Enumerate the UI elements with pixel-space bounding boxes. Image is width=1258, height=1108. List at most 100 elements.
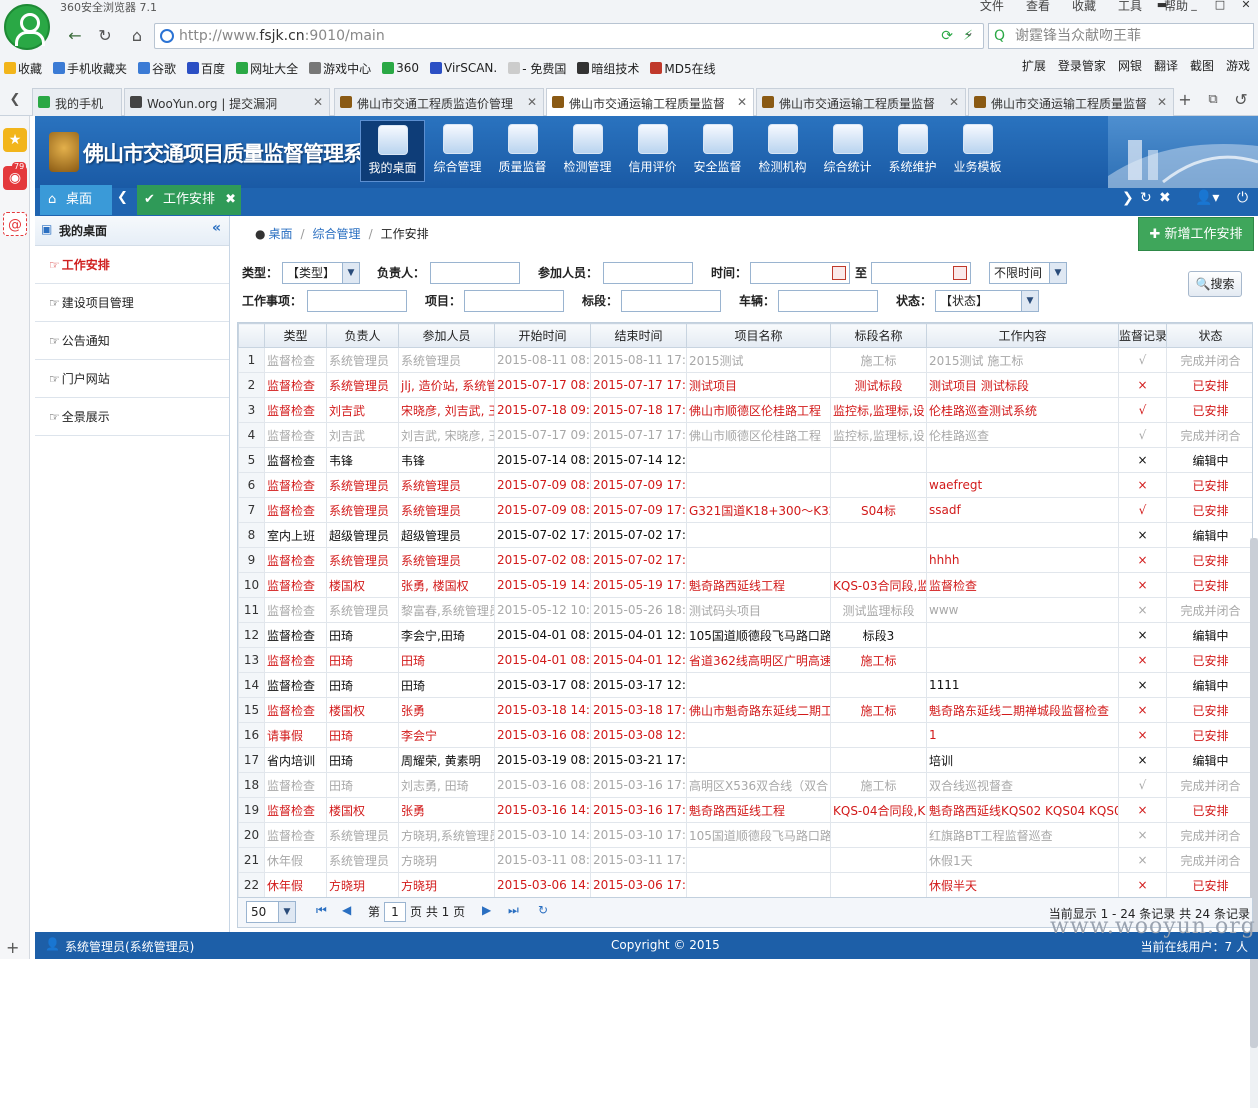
last-page-icon[interactable]: ⏭	[508, 903, 519, 918]
module-2[interactable]: 质量监督	[490, 120, 555, 182]
column-header[interactable]: 标段名称	[830, 323, 927, 348]
column-header[interactable]: 工作内容	[926, 323, 1119, 348]
module-4[interactable]: 信用评价	[620, 120, 685, 182]
nav-item-3[interactable]: ☞ 门户网站	[35, 360, 229, 398]
module-0[interactable]: 我的桌面	[360, 120, 425, 182]
table-row[interactable]: 14监督检查田琦田琦2015-03-17 08:002015-03-17 12:…	[238, 672, 1252, 698]
table-row[interactable]: 22休年假方晓玥方晓玥2015-03-06 14:002015-03-06 17…	[238, 872, 1252, 897]
tab-refresh-icon[interactable]: ↻	[1140, 190, 1152, 206]
table-row[interactable]: 13监督检查田琦田琦2015-04-01 08:002015-04-01 12:…	[238, 647, 1252, 673]
nav-item-4[interactable]: ☞ 全景展示	[35, 398, 229, 436]
toolbar-item[interactable]: 截图	[1190, 57, 1214, 74]
column-header[interactable]: 负责人	[326, 323, 399, 348]
tab-work-schedule[interactable]: ✔ 工作安排 ✖	[137, 185, 241, 215]
tab-close-icon[interactable]: ✕	[527, 95, 537, 109]
table-row[interactable]: 2监督检查系统管理员jlj, 造价站, 系统管2015-07-17 08:002…	[238, 372, 1252, 398]
collapse-icon[interactable]: «	[212, 220, 221, 236]
browser-menu-item[interactable]: 工具	[1118, 0, 1142, 14]
toolbar-item[interactable]: 游戏	[1226, 57, 1250, 74]
table-scrollbar[interactable]	[1250, 538, 1258, 1108]
nav-item-1[interactable]: ☞ 建设项目管理	[35, 284, 229, 322]
participants-input[interactable]	[603, 262, 693, 284]
address-dropdown-icon[interactable]: ⌄	[964, 25, 974, 39]
bookmark-item[interactable]: 暗组技术	[577, 57, 639, 79]
prev-page-icon[interactable]: ◀	[342, 903, 351, 917]
home-icon[interactable]: ⌂	[126, 25, 148, 47]
bookmark-item[interactable]: 网址大全	[236, 57, 298, 79]
table-row[interactable]: 8室内上班超级管理员超级管理员2015-07-02 17:202015-07-0…	[238, 522, 1252, 548]
time-range-select[interactable]: 不限时间	[989, 262, 1067, 284]
column-header[interactable]: 开始时间	[494, 323, 591, 348]
tab-prev-icon[interactable]: ❮	[117, 190, 128, 205]
search-button[interactable]: 🔍搜索	[1188, 271, 1242, 297]
column-header[interactable]: 类型	[264, 323, 327, 348]
toolbar-item[interactable]: 登录管家	[1058, 57, 1106, 74]
bookmark-item[interactable]: 收藏	[4, 57, 42, 79]
tab-close-icon[interactable]: ✕	[1157, 95, 1167, 109]
table-row[interactable]: 1监督检查系统管理员系统管理员2015-08-11 08:002015-08-1…	[238, 347, 1252, 373]
matter-input[interactable]	[307, 290, 407, 312]
toolbar-item[interactable]: 翻译	[1154, 57, 1178, 74]
breadcrumb-desktop[interactable]: 桌面	[268, 227, 292, 241]
skin-icon[interactable]: ▬	[1152, 0, 1172, 11]
toolbar-item[interactable]: 扩展	[1022, 57, 1046, 74]
calendar-icon[interactable]	[953, 266, 967, 280]
section-input[interactable]	[621, 290, 721, 312]
user-menu-icon[interactable]: 👤▾	[1195, 190, 1219, 206]
minimize-icon[interactable]: _	[1184, 0, 1204, 11]
table-row[interactable]: 9监督检查系统管理员系统管理员2015-07-02 08:302015-07-0…	[238, 547, 1252, 573]
table-row[interactable]: 4监督检查刘吉武刘吉武, 宋晓彦, 王2015-07-17 09:002015-…	[238, 422, 1252, 448]
address-bar[interactable]: http://www.fsjk.cn:9010/main ⟳ ⚡	[154, 23, 984, 49]
bookmark-item[interactable]: VirSCAN.	[430, 57, 497, 79]
module-5[interactable]: 安全监督	[685, 120, 750, 182]
column-header[interactable]: 参加人员	[398, 323, 495, 348]
toolbar-item[interactable]: 网银	[1118, 57, 1142, 74]
vehicle-input[interactable]	[778, 290, 878, 312]
favorites-star-icon[interactable]: ★	[3, 128, 27, 152]
table-row[interactable]: 12监督检查田琦李会宁,田琦2015-04-01 08:002015-04-01…	[238, 622, 1252, 648]
project-input[interactable]	[464, 290, 564, 312]
browser-menu-item[interactable]: 查看	[1026, 0, 1050, 14]
back-icon[interactable]: ←	[64, 25, 86, 47]
table-row[interactable]: 11监督检查系统管理员黎富春,系统管理员2015-05-12 10:002015…	[238, 597, 1252, 623]
reload-icon[interactable]: ↻	[538, 903, 548, 917]
start-date-input[interactable]	[750, 262, 850, 284]
browser-tab[interactable]: 佛山市交通运输工程质量监督 ✕	[546, 88, 754, 116]
module-9[interactable]: 业务模板	[945, 120, 1010, 182]
column-header[interactable]: 结束时间	[590, 323, 687, 348]
bookmark-item[interactable]: 谷歌	[138, 57, 176, 79]
close-window-icon[interactable]: ✕	[1236, 0, 1256, 11]
type-select[interactable]: 【类型】	[282, 262, 360, 284]
tab-scroll-left-icon[interactable]: ❮	[4, 89, 26, 111]
nav-item-0[interactable]: ☞ 工作安排	[35, 246, 229, 284]
table-row[interactable]: 21休年假系统管理员方晓玥2015-03-11 08:002015-03-11 …	[238, 847, 1252, 873]
tab-close-icon[interactable]: ✖	[225, 185, 236, 215]
table-row[interactable]: 18监督检查田琦刘志勇, 田琦2015-03-16 08:002015-03-1…	[238, 772, 1252, 798]
tab-close-icon[interactable]: ✕	[737, 95, 747, 109]
new-work-schedule-button[interactable]: ✚ 新增工作安排	[1138, 217, 1254, 251]
table-row[interactable]: 20监督检查系统管理员方晓玥,系统管理员2015-03-10 14:002015…	[238, 822, 1252, 848]
end-date-input[interactable]	[871, 262, 971, 284]
table-row[interactable]: 10监督检查楼国权张勇, 楼国权2015-05-19 14:002015-05-…	[238, 572, 1252, 598]
first-page-icon[interactable]: ⏮	[316, 903, 327, 918]
next-page-icon[interactable]: ▶	[482, 903, 491, 917]
tab-close-all-icon[interactable]: ✖	[1159, 190, 1171, 206]
browser-tab[interactable]: 佛山市交通工程质监造价管理 ✕	[334, 88, 544, 116]
bookmark-item[interactable]: 360	[382, 57, 419, 79]
table-row[interactable]: 19监督检查楼国权张勇2015-03-16 14:002015-03-16 17…	[238, 797, 1252, 823]
bookmark-item[interactable]: 手机收藏夹	[53, 57, 127, 79]
bookmark-item[interactable]: 游戏中心	[309, 57, 371, 79]
add-sidebar-icon[interactable]: +	[6, 938, 19, 957]
status-select[interactable]: 【状态】	[935, 290, 1039, 312]
browser-tab[interactable]: WooYun.org | 提交漏洞 ✕	[124, 88, 330, 116]
page-number-input[interactable]: 1	[384, 902, 406, 922]
browser-tab[interactable]: 佛山市交通运输工程质量监督 ✕	[968, 88, 1174, 116]
module-3[interactable]: 检测管理	[555, 120, 620, 182]
module-6[interactable]: 检测机构	[750, 120, 815, 182]
table-row[interactable]: 7监督检查系统管理员系统管理员2015-07-09 08:002015-07-0…	[238, 497, 1252, 523]
bookmark-item[interactable]: 百度	[187, 57, 225, 79]
table-row[interactable]: 6监督检查系统管理员系统管理员2015-07-09 08:002015-07-0…	[238, 472, 1252, 498]
bookmark-item[interactable]: MD5在线	[650, 57, 716, 79]
table-row[interactable]: 16请事假田琦李会宁2015-03-16 08:002015-03-08 12:…	[238, 722, 1252, 748]
nav-item-2[interactable]: ☞ 公告通知	[35, 322, 229, 360]
